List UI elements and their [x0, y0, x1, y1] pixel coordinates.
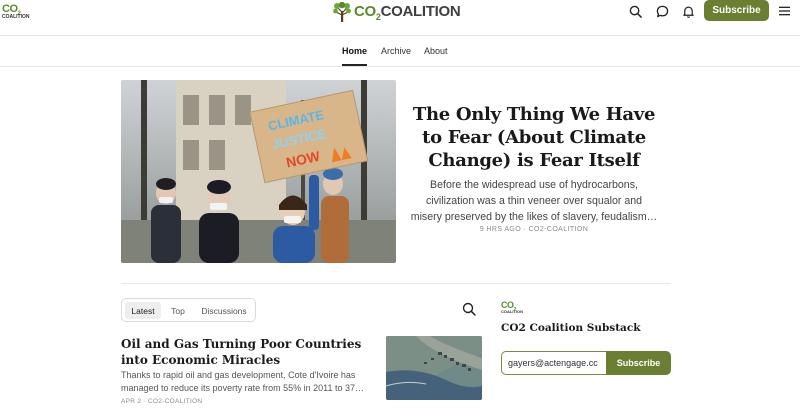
- logo-caption: COALITION: [2, 14, 30, 20]
- tab-discussions[interactable]: Discussions: [196, 302, 252, 319]
- publication-logo[interactable]: CO2 COALITION: [2, 3, 30, 21]
- search-icon: [462, 302, 476, 316]
- tree-icon: [333, 2, 351, 22]
- brand-rest: COALITION: [380, 2, 461, 20]
- brand-co: CO: [354, 2, 376, 20]
- sidebar-publication-title: CO2 Coalition Substack: [501, 322, 641, 334]
- chat-button[interactable]: [653, 2, 671, 20]
- post-title[interactable]: Oil and Gas Turning Poor Countries into …: [121, 336, 371, 368]
- hero-image[interactable]: CLIMATE JUSTICE NOW: [121, 80, 396, 263]
- email-field[interactable]: [501, 351, 607, 375]
- menu-button[interactable]: [775, 2, 793, 20]
- sidebar-logo-caption: COALITION: [501, 309, 523, 314]
- top-bar: CO2 COALITION CO2COALITION Subscribe: [0, 0, 800, 36]
- subscribe-button[interactable]: Subscribe: [704, 0, 769, 21]
- hero-post-title[interactable]: The Only Thing We Have to Fear (About Cl…: [410, 103, 658, 172]
- tab-latest[interactable]: Latest: [125, 302, 161, 319]
- nav-about[interactable]: About: [424, 46, 448, 56]
- sidebar-publication-logo: CO2 COALITION: [501, 300, 523, 314]
- post-meta: APR 2 · CO2-COALITION: [121, 398, 203, 405]
- section-divider: [121, 283, 671, 284]
- nav-home[interactable]: Home: [342, 46, 367, 56]
- tab-top[interactable]: Top: [165, 302, 191, 319]
- brand-wordmark[interactable]: CO2COALITION: [333, 1, 461, 23]
- search-posts-button[interactable]: [462, 302, 478, 318]
- post-excerpt-line-1: Thanks to rapid oil and gas development,…: [121, 370, 356, 380]
- bell-icon: [682, 6, 694, 18]
- nav-archive[interactable]: Archive: [381, 46, 411, 56]
- hero-post-meta: 9 HRS AGO · CO2-COALITION: [479, 226, 589, 233]
- sidebar-subscribe-button[interactable]: Subscribe: [606, 351, 671, 375]
- notifications-button[interactable]: [679, 2, 697, 20]
- menu-icon: [778, 6, 790, 16]
- hero-post-excerpt[interactable]: Before the widespread use of hydrocarbon…: [410, 177, 658, 225]
- section-nav: Home Archive About: [0, 36, 800, 67]
- post-excerpt-line-2: managed to reduce its poverty rate from …: [121, 382, 364, 393]
- search-button[interactable]: [626, 2, 644, 20]
- chat-icon: [656, 5, 668, 17]
- feed-tabs: Latest Top Discussions: [121, 298, 256, 322]
- post-excerpt[interactable]: Thanks to rapid oil and gas development,…: [121, 369, 373, 394]
- active-nav-indicator: [342, 64, 367, 66]
- search-icon: [629, 5, 642, 18]
- post-thumbnail[interactable]: [386, 336, 482, 400]
